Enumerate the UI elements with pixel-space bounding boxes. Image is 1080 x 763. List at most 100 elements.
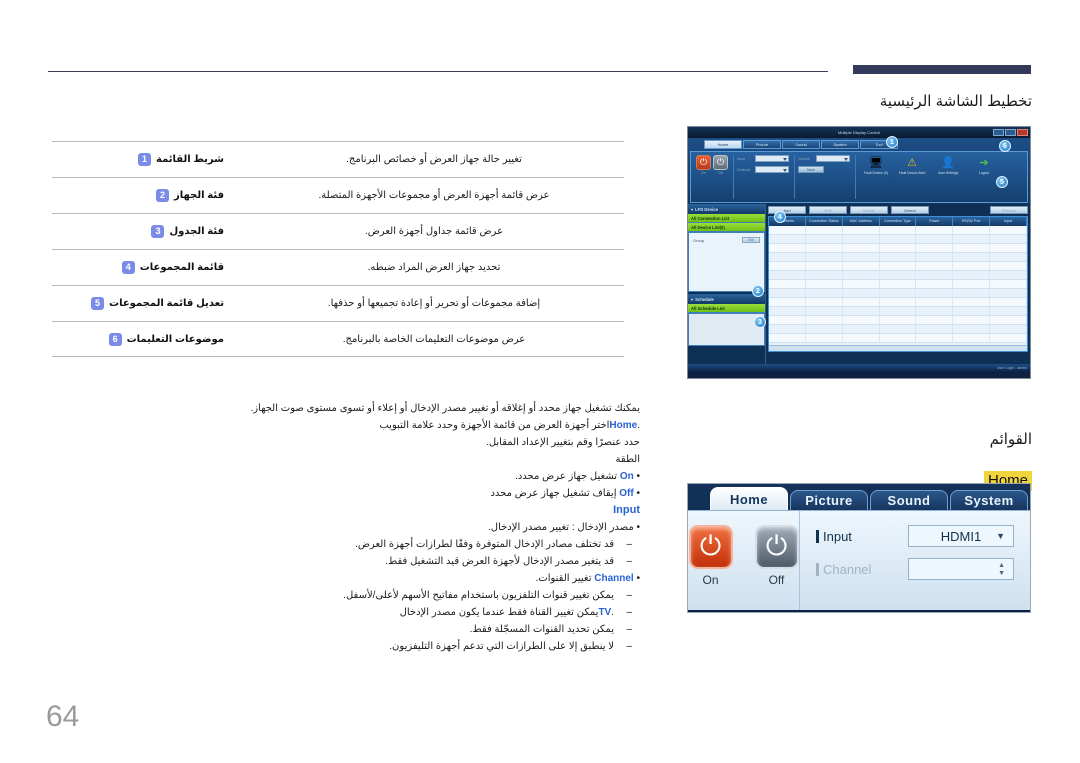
mdc-volume-spinner[interactable] (816, 155, 850, 162)
chevron-down-icon: ▾ (691, 296, 694, 302)
mdc-add-button[interactable]: Add (768, 206, 806, 214)
mdc-group-label: Group (693, 237, 705, 243)
mdc-input-dropdown[interactable] (755, 155, 789, 162)
mdc-power-off-label: Off (718, 171, 723, 175)
osd-input-row: Input HDMI1 ▼ (816, 525, 1014, 547)
mdc-tab-picture[interactable]: Picture (743, 140, 781, 149)
select-tab-line: .Homeاختر أجهزة العرض من قائمة الأجهزة و… (240, 417, 640, 434)
mdc-user-settings[interactable]: 👤 User Settings (931, 155, 965, 175)
grid-row[interactable] (769, 289, 1027, 298)
mdc-device-grid[interactable]: Contents Connection Status MAC Address C… (768, 216, 1028, 352)
mdc-ribbon: Home Picture Sound System Tool ⏻ On ⏻ Of… (688, 138, 1030, 204)
callout-1-icon: 1 (886, 136, 898, 148)
osd-tab-picture[interactable]: Picture (790, 490, 868, 510)
mdc-application-screenshot: Multiple Display Control Home Picture So… (687, 126, 1031, 379)
horizontal-scrollbar[interactable] (769, 345, 1027, 351)
osd-fields-section: Input HDMI1 ▼ Channel ▲ ▼ (800, 511, 1030, 610)
grid-row[interactable] (769, 262, 1027, 271)
osd-input-label: Input (823, 528, 852, 544)
home-description-block: يمكنك تشغيل جهاز محدد أو إغلاقه أو تغيير… (240, 400, 640, 655)
power-on-icon[interactable]: ⏻ (696, 155, 711, 170)
grid-row[interactable] (769, 244, 1027, 253)
callout-3-icon: 3 (754, 316, 766, 328)
mdc-refresh-button[interactable]: Refresh (990, 206, 1028, 214)
osd-power-on[interactable]: ⏻ On (688, 525, 733, 587)
power-on-icon[interactable]: ⏻ (688, 525, 733, 569)
osd-tab-home[interactable]: Home (710, 487, 788, 510)
channel-desc: تغيير القنوات. (535, 573, 595, 584)
callout-number-icon: 1 (138, 153, 152, 166)
osd-channel-row: Channel ▲ ▼ (816, 558, 1014, 580)
osd-tab-system[interactable]: System (950, 490, 1028, 510)
osd-tab-sound[interactable]: Sound (870, 490, 948, 510)
mdc-all-connection-list[interactable]: All Connection List (688, 214, 765, 223)
grid-row[interactable] (769, 226, 1027, 235)
mdc-tab-home[interactable]: Home (704, 140, 742, 149)
mdc-right-pane: Add Edit Delete Detect Refresh Contents … (766, 204, 1030, 364)
mdc-input-row: Input (737, 155, 789, 162)
mdc-all-schedule-list[interactable]: All Schedule List (688, 304, 765, 313)
grid-row[interactable] (769, 253, 1027, 262)
mdc-schedule-label: Schedule (695, 296, 714, 302)
mdc-lfd-device-header[interactable]: ▾ LFD Device (688, 204, 765, 214)
mdc-tab-strip: Home Picture Sound System Tool (690, 140, 1028, 149)
mdc-delete-button[interactable]: Delete (850, 206, 888, 214)
mdc-detect-button[interactable]: Detect (891, 206, 929, 214)
mdc-logout[interactable]: ➔ Logout (967, 155, 1001, 175)
grid-row[interactable] (769, 271, 1027, 280)
channel-note-2-pre: يمكن تغيير القناة فقط عندما يكون مصدر ال… (399, 607, 599, 618)
mdc-ribbon-body: ⏻ On ⏻ Off Input Channel Volume Mute 🖥 F… (690, 151, 1028, 203)
mdc-fault-device-caption: Fault Device (0) (864, 171, 888, 175)
mdc-tab-sound[interactable]: Sound (782, 140, 820, 149)
mdc-channel-row: Channel (737, 166, 789, 173)
grid-row[interactable] (769, 325, 1027, 334)
chevron-down-icon: ▾ (691, 206, 694, 212)
mdc-mute-button[interactable]: Mute (798, 166, 824, 173)
mdc-power-group: ⏻ On ⏻ Off (693, 155, 731, 199)
grid-row[interactable] (769, 280, 1027, 289)
mdc-all-device-list[interactable]: All Device List(0) (688, 223, 765, 232)
spinner-arrows-icon[interactable]: ▲ ▼ (998, 562, 1005, 577)
minimize-icon[interactable] (993, 129, 1004, 136)
mdc-col-connection-type: Connection Type (880, 217, 917, 226)
osd-power-off[interactable]: ⏻ Off (754, 525, 799, 587)
table-row: عرض موضوعات التعليمات الخاصة بالبرنامج. … (52, 321, 624, 357)
maximize-icon[interactable] (1005, 129, 1016, 136)
grid-row[interactable] (769, 298, 1027, 307)
mdc-logout-caption: Logout (978, 171, 990, 175)
mdc-input-group: Input Channel (733, 155, 792, 199)
grid-row[interactable] (769, 307, 1027, 316)
mdc-power-on[interactable]: ⏻ On (696, 155, 711, 175)
osd-channel-spinner[interactable]: ▲ ▼ (908, 558, 1014, 580)
table-cell-label: شريط القائمة 1 (52, 153, 224, 166)
power-off-icon[interactable]: ⏻ (713, 155, 728, 170)
table-cell-label: تعديل قائمة المجموعات 5 (52, 297, 224, 310)
channel-note-1: يمكن تغيير قنوات التلفزيون باستخدام مفات… (240, 587, 640, 604)
osd-power-off-label: Off (768, 573, 785, 587)
mdc-left-pane: ▾ LFD Device All Connection List All Dev… (688, 204, 766, 364)
table-cell-description: عرض قائمة أجهزة العرض أو مجموعات الأجهزة… (318, 190, 550, 201)
close-icon[interactable] (1017, 129, 1028, 136)
callout-label-text: فئة الجهاز (174, 190, 224, 201)
mdc-tab-system[interactable]: System (821, 140, 859, 149)
table-cell-description: تحديد جهاز العرض المراد ضبطه. (367, 262, 501, 273)
mdc-channel-spinner[interactable] (755, 166, 789, 173)
mdc-fault-device[interactable]: 🖥 Fault Device (0) (859, 155, 893, 175)
off-keyword: Off (619, 488, 634, 499)
mdc-edit-button[interactable]: Edit (809, 206, 847, 214)
osd-input-dropdown[interactable]: HDMI1 ▼ (908, 525, 1014, 547)
grid-row[interactable] (769, 334, 1027, 343)
mdc-user-settings-caption: User Settings (937, 171, 959, 175)
on-desc: تشغيل جهاز عرض محدد. (515, 471, 620, 482)
mdc-power-off[interactable]: ⏻ Off (713, 155, 728, 175)
select-tab-pre: اختر أجهزة العرض من قائمة الأجهزة وحدد ع… (379, 420, 610, 431)
grid-row[interactable] (769, 316, 1027, 325)
power-heading: الطقة (615, 454, 640, 465)
field-marker-icon (816, 529, 819, 543)
table-cell-description: عرض قائمة جداول أجهزة العرض. (364, 226, 504, 237)
mdc-group-edit-button[interactable]: Edit (742, 237, 760, 243)
user-settings-icon: 👤 (941, 157, 955, 169)
mdc-fault-device-alert[interactable]: ⚠ Fault Device Alert (895, 155, 929, 175)
grid-row[interactable] (769, 235, 1027, 244)
power-off-icon[interactable]: ⏻ (754, 525, 799, 569)
